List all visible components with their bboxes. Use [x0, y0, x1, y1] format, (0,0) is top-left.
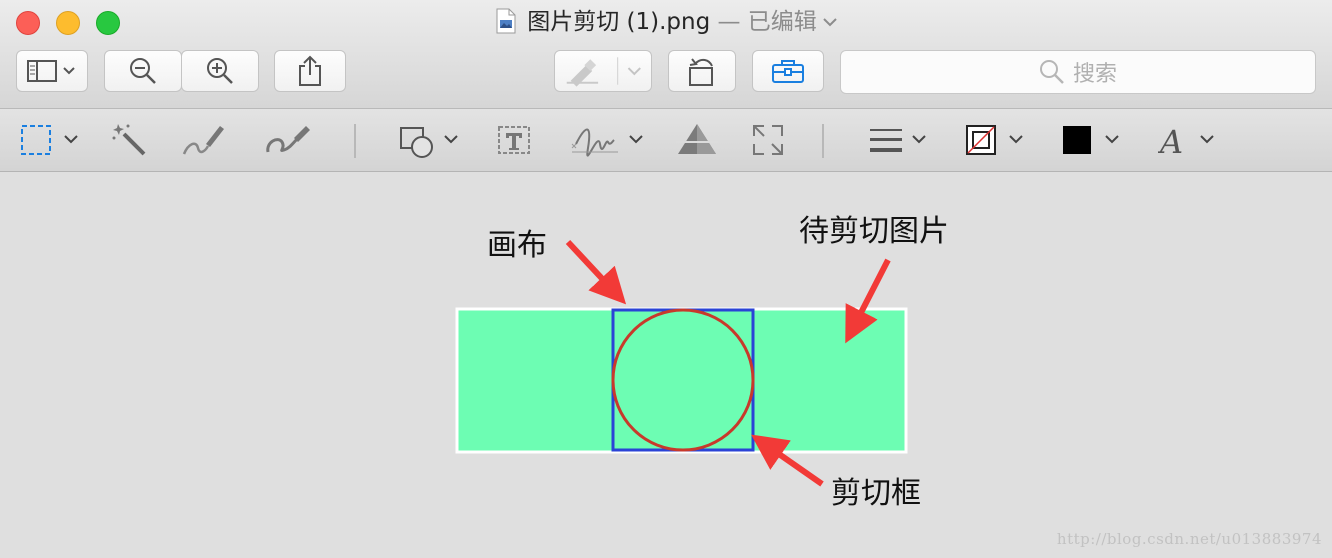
border-color-tool[interactable]: [964, 109, 1030, 171]
adjust-size-tool[interactable]: [750, 109, 786, 171]
signature-tool[interactable]: [570, 109, 650, 171]
search-icon: [1039, 60, 1064, 84]
highlight-button[interactable]: [554, 50, 652, 92]
share-button[interactable]: [274, 50, 346, 92]
image-to-crop: [455, 307, 908, 454]
shapes-tool[interactable]: [398, 109, 462, 171]
instant-alpha-tool[interactable]: [110, 109, 150, 171]
shapes-icon: [400, 127, 458, 158]
instant-alpha-icon: [112, 124, 146, 156]
sketch-icon: [182, 126, 224, 155]
markup-toolbar: A: [0, 109, 1332, 172]
toolbox-icon: [772, 60, 804, 83]
rectangular-selection-tool[interactable]: [20, 109, 82, 171]
image-illustration: [455, 239, 908, 487]
highlight-icon: [566, 57, 641, 87]
adjust-size-icon: [753, 125, 783, 155]
text-tool[interactable]: [496, 109, 532, 171]
zoom-out-button[interactable]: [104, 50, 182, 92]
fill-color-icon: [1063, 126, 1119, 154]
text-icon: [498, 126, 530, 154]
line-style-tool[interactable]: [868, 109, 932, 171]
chevron-down-icon[interactable]: [823, 18, 837, 27]
crop-box-label: 剪切框: [831, 476, 921, 511]
adjust-color-icon: [676, 124, 718, 154]
toolbar-separator: [354, 124, 356, 158]
text-style-tool[interactable]: A: [1158, 109, 1222, 171]
svg-text:A: A: [1158, 123, 1183, 160]
share-icon: [299, 55, 321, 86]
fill-color-tool[interactable]: [1060, 109, 1126, 171]
draw-icon: [266, 126, 310, 153]
document-icon: [496, 8, 516, 34]
sketch-tool[interactable]: [180, 109, 228, 171]
document-canvas: 画布 待剪切图片 剪切框 http://blog.csdn.net/u01388…: [0, 172, 1332, 558]
toolbar-separator: [822, 124, 824, 158]
rectangular-selection-icon: [21, 125, 78, 155]
search-placeholder: 搜索: [1072, 62, 1117, 87]
draw-tool[interactable]: [262, 109, 314, 171]
image-to-crop-label: 待剪切图片: [799, 214, 949, 249]
rotate-button[interactable]: [668, 50, 736, 92]
window-title[interactable]: 图片剪切 (1).png — 已编辑: [0, 6, 1332, 38]
rotate-icon: [689, 58, 713, 86]
markup-toolbox-button[interactable]: [752, 50, 824, 92]
border-color-icon: [966, 125, 1023, 155]
search-field[interactable]: 搜索: [840, 50, 1316, 94]
watermark: http://blog.csdn.net/u013883974: [1056, 530, 1322, 548]
zoom-out-icon: [130, 58, 156, 84]
zoom-in-icon: [207, 58, 233, 84]
window-edited-status: — 已编辑: [710, 9, 817, 35]
window-titlebar: 图片剪切 (1).png — 已编辑 搜索: [0, 0, 1332, 109]
line-style-icon: [870, 129, 926, 152]
canvas-label: 画布: [487, 228, 547, 263]
window-filename: 图片剪切 (1).png: [527, 9, 711, 35]
view-menu-button[interactable]: [16, 50, 88, 92]
sidebar-icon: [27, 60, 75, 82]
adjust-color-tool[interactable]: [674, 109, 720, 171]
zoom-in-button[interactable]: [181, 50, 259, 92]
text-style-icon: A: [1158, 123, 1214, 160]
signature-icon: [571, 128, 643, 157]
canvas-arrow: [565, 239, 627, 305]
